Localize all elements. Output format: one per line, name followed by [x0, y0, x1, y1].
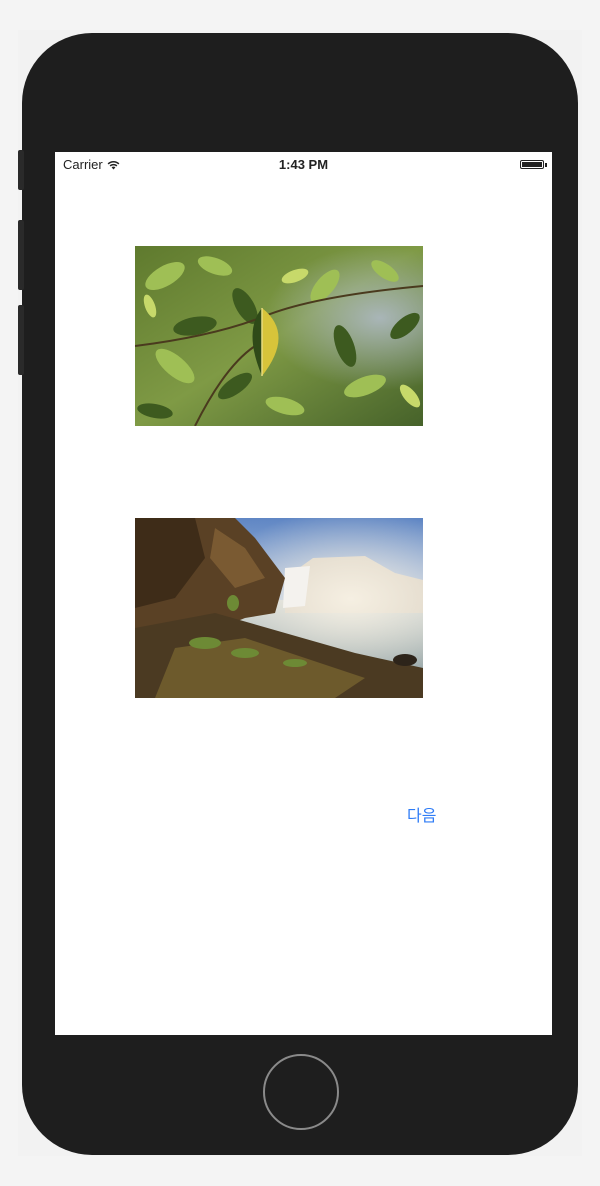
leaves-photo: [135, 246, 423, 426]
page: Carrier 1:43 PM 다음: [0, 0, 600, 1186]
volume-down-button: [18, 305, 24, 375]
battery-tip: [545, 163, 547, 167]
waterfall-photo: [135, 518, 423, 698]
battery-icon: [520, 160, 544, 169]
status-time: 1:43 PM: [278, 157, 329, 172]
screen: Carrier 1:43 PM 다음: [55, 152, 552, 1035]
status-bar: Carrier 1:43 PM: [55, 152, 552, 178]
home-button[interactable]: [263, 1054, 339, 1130]
next-button[interactable]: 다음: [407, 802, 436, 826]
volume-up-button: [18, 220, 24, 290]
mute-switch: [18, 150, 24, 190]
